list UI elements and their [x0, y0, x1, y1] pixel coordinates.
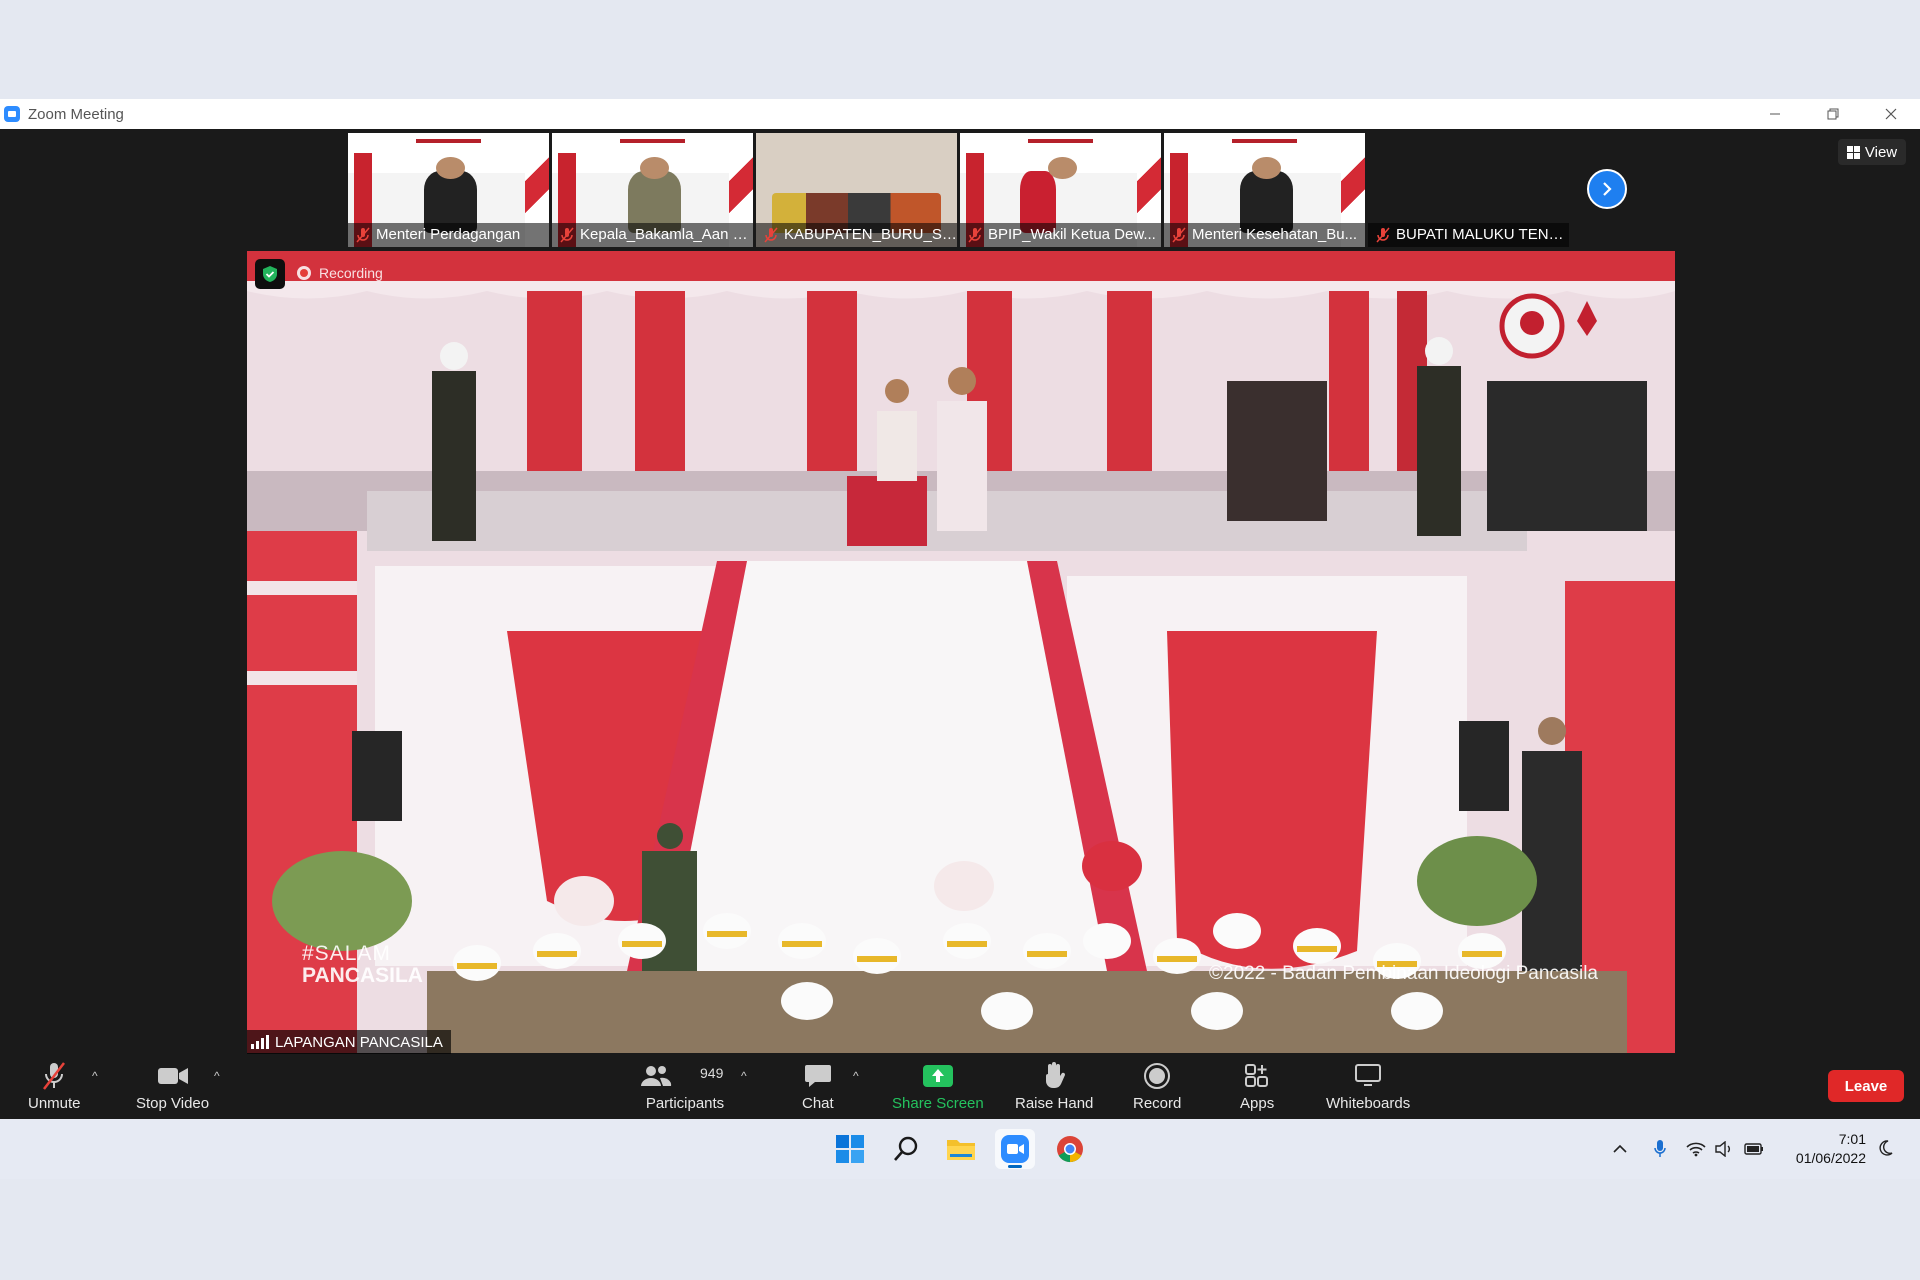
raise-hand-icon: [1046, 1062, 1066, 1088]
chat-label: Chat: [802, 1095, 834, 1112]
windows-logo-icon: [836, 1135, 864, 1163]
apps-button[interactable]: Apps: [1240, 1059, 1274, 1112]
window-title: Zoom Meeting: [28, 105, 124, 123]
chat-bubble-icon: [804, 1065, 831, 1087]
unmute-label: Unmute: [28, 1095, 81, 1112]
zoom-app-icon: [1001, 1135, 1029, 1163]
share-screen-button[interactable]: Share Screen: [892, 1059, 984, 1112]
grid-view-icon: [1846, 145, 1860, 159]
clock-time: 7:01: [1838, 1131, 1866, 1147]
mic-muted-icon: [968, 227, 982, 243]
speaker-name: LAPANGAN PANCASILA: [275, 1033, 443, 1051]
stop-video-button[interactable]: Stop Video: [136, 1059, 209, 1112]
close-icon[interactable]: [1862, 99, 1920, 129]
participant-tile[interactable]: BPIP_Wakil Ketua Dew...: [960, 133, 1161, 247]
encryption-shield-icon[interactable]: [255, 259, 285, 289]
video-options-caret[interactable]: ^: [214, 1069, 220, 1083]
participants-icon: [641, 1066, 672, 1086]
microphone-in-use-icon[interactable]: [1648, 1139, 1672, 1159]
record-icon: [1144, 1063, 1171, 1089]
participant-gallery: Menteri Perdagangan Kepala_Bakamla_Aan K…: [348, 133, 1569, 247]
share-screen-label: Share Screen: [892, 1095, 984, 1112]
participant-name: Menteri Perdagangan: [348, 223, 549, 247]
participant-name: Menteri Kesehatan_Bu...: [1164, 223, 1365, 247]
focus-assist-moon-icon[interactable]: [1876, 1139, 1894, 1162]
stop-video-label: Stop Video: [136, 1095, 210, 1112]
participants-label: Participants: [645, 1095, 725, 1112]
wifi-icon[interactable]: [1684, 1141, 1708, 1157]
volume-icon[interactable]: [1712, 1141, 1736, 1157]
audio-options-caret[interactable]: ^: [92, 1069, 98, 1083]
chat-button[interactable]: Chat: [802, 1059, 834, 1112]
record-label: Record: [1133, 1095, 1182, 1112]
mic-muted-icon: [764, 227, 778, 243]
mic-muted-icon: [1376, 227, 1390, 243]
start-button[interactable]: [830, 1129, 870, 1169]
whiteboard-icon: [1355, 1064, 1382, 1086]
clock-date: 01/06/2022: [1795, 1150, 1866, 1166]
whiteboards-label: Whiteboards: [1326, 1095, 1411, 1112]
meeting-toolbar: Unmute ^ Stop Video ^ Participants 949 ^…: [0, 1053, 1920, 1119]
participant-count: 949: [700, 1065, 724, 1081]
speaker-name-label: LAPANGAN PANCASILA: [247, 1030, 451, 1054]
taskbar-clock[interactable]: 7:01 01/06/2022: [1770, 1130, 1866, 1168]
record-button[interactable]: Record: [1133, 1059, 1181, 1112]
recording-label: Recording: [319, 265, 383, 281]
signal-strength-icon: [251, 1035, 269, 1049]
participant-tile[interactable]: KABUPATEN_BURU_SE...: [756, 133, 957, 247]
participant-tile[interactable]: Kepala_Bakamla_Aan K...: [552, 133, 753, 247]
restore-icon[interactable]: [1804, 99, 1862, 129]
view-label: View: [1864, 143, 1898, 161]
chrome-icon: [1057, 1136, 1083, 1163]
active-speaker-video[interactable]: Recording #SALAM PANCASILA ©2022 - Badan…: [247, 251, 1675, 1054]
window-controls: [1746, 99, 1920, 129]
zoom-window: Zoom Meeting Menteri Perdagangan Kepala_…: [0, 99, 1920, 1119]
view-button[interactable]: View: [1838, 139, 1906, 165]
participant-name: BUPATI MALUKU TENG...: [1368, 223, 1569, 247]
system-tray: [1608, 1119, 1766, 1179]
next-page-button[interactable]: [1587, 169, 1627, 209]
whiteboards-button[interactable]: Whiteboards: [1326, 1059, 1410, 1112]
zoom-logo-icon: [4, 106, 20, 122]
chevron-right-icon: [1603, 182, 1612, 196]
raise-hand-button[interactable]: Raise Hand: [1015, 1059, 1093, 1112]
hashtag-line-1: #SALAM: [302, 942, 391, 965]
participant-name: Kepala_Bakamla_Aan K...: [552, 223, 753, 247]
raise-hand-label: Raise Hand: [1015, 1095, 1094, 1112]
leave-button[interactable]: Leave: [1828, 1070, 1904, 1102]
search-icon: [894, 1136, 918, 1161]
unmute-button[interactable]: Unmute: [28, 1059, 81, 1112]
apps-label: Apps: [1240, 1095, 1275, 1112]
participant-tile[interactable]: Menteri Perdagangan: [348, 133, 549, 247]
show-hidden-icons-chevron-icon[interactable]: [1608, 1144, 1632, 1154]
windows-taskbar: 7:01 01/06/2022: [0, 1119, 1920, 1179]
search-button[interactable]: [886, 1129, 926, 1169]
folder-icon: [947, 1140, 975, 1160]
chrome-button[interactable]: [1050, 1129, 1090, 1169]
copyright-overlay: ©2022 - Badan Pembinaan Ideologi Pancasi…: [1209, 963, 1598, 984]
mic-muted-icon: [560, 227, 574, 243]
share-screen-icon: [922, 1065, 953, 1087]
hashtag-overlay: #SALAM PANCASILA: [302, 943, 423, 987]
mic-muted-icon: [356, 227, 370, 243]
video-camera-icon: [157, 1068, 188, 1084]
apps-icon: [1245, 1064, 1269, 1087]
zoom-taskbar-button[interactable]: [995, 1129, 1035, 1169]
participant-tile[interactable]: Menteri Kesehatan_Bu...: [1164, 133, 1365, 247]
title-bar: Zoom Meeting: [0, 99, 1920, 129]
battery-charging-icon[interactable]: [1742, 1142, 1766, 1156]
chat-options-caret[interactable]: ^: [853, 1069, 859, 1083]
participant-name: BPIP_Wakil Ketua Dew...: [960, 223, 1161, 247]
minimize-icon[interactable]: [1746, 99, 1804, 129]
participant-name: KABUPATEN_BURU_SE...: [756, 223, 957, 247]
ceremony-scene: [247, 251, 1675, 1054]
recording-indicator: Recording: [297, 261, 383, 285]
recording-dot-icon: [297, 266, 311, 280]
participants-options-caret[interactable]: ^: [741, 1069, 747, 1083]
mic-muted-icon: [43, 1062, 66, 1090]
hashtag-line-2: PANCASILA: [302, 964, 423, 987]
mic-muted-icon: [1172, 227, 1186, 243]
participant-tile[interactable]: BUPATI MALUKU TENG...: [1368, 133, 1569, 247]
file-explorer-button[interactable]: [941, 1129, 981, 1169]
